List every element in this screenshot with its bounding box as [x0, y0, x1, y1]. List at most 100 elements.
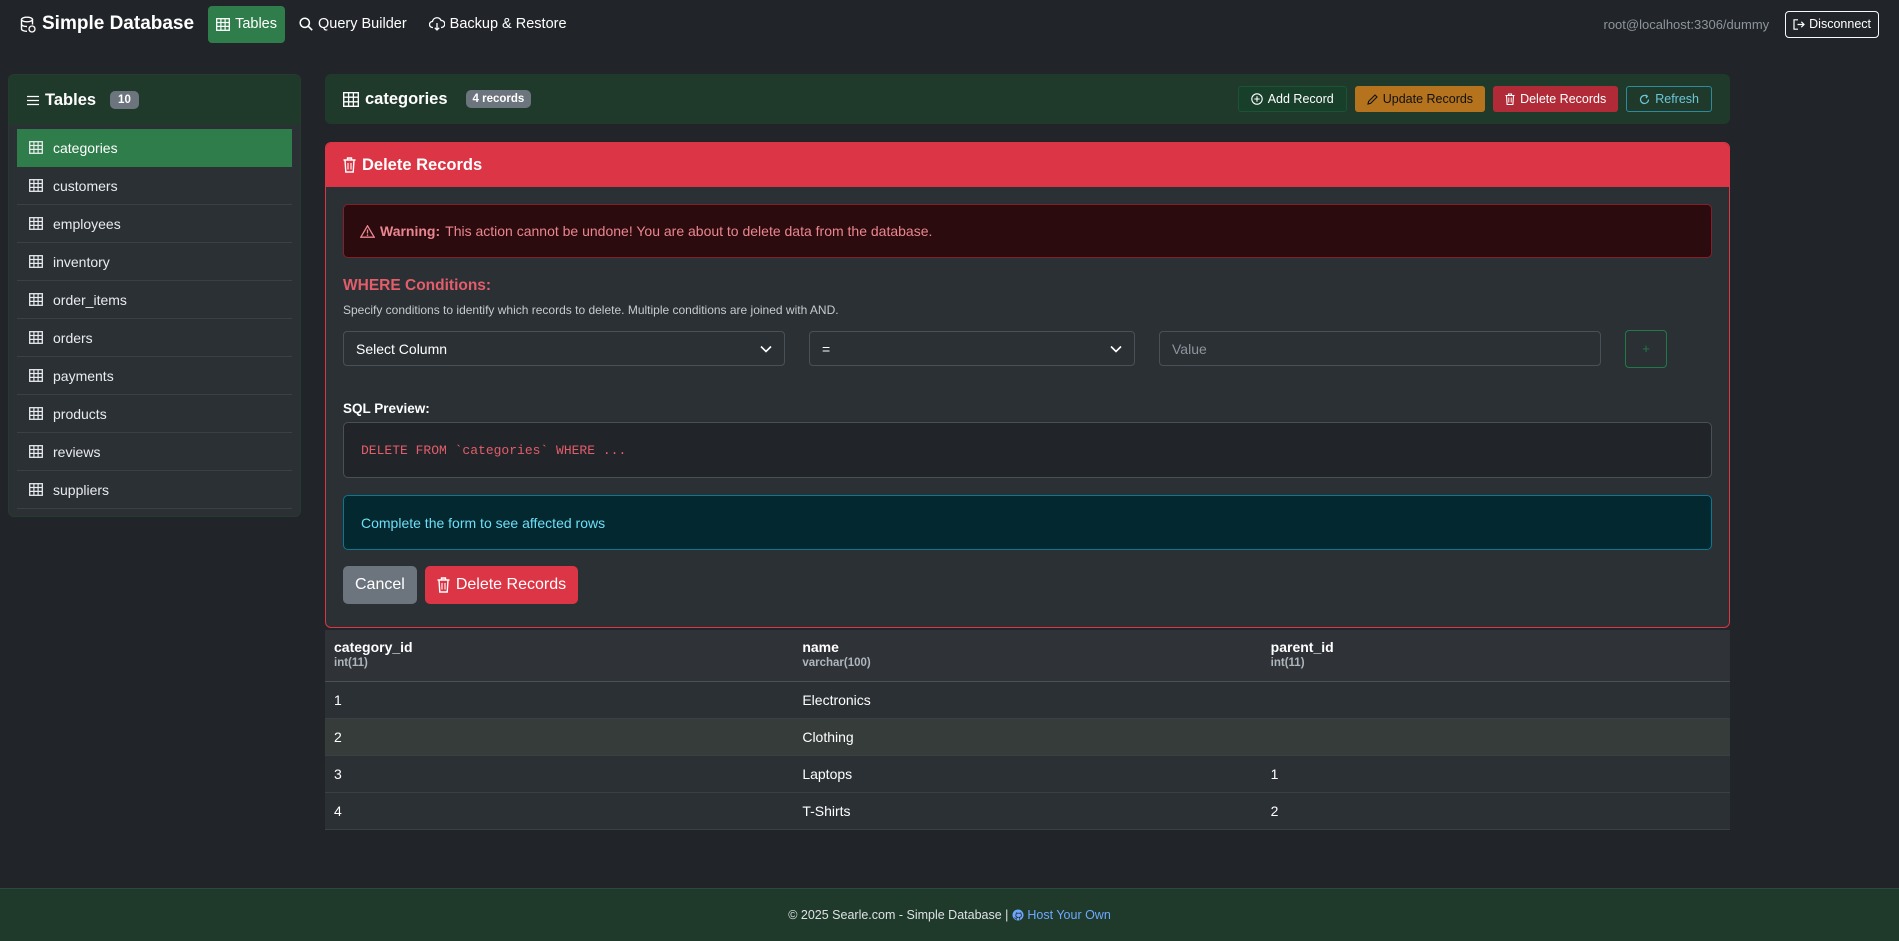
sidebar-title: Tables — [45, 90, 97, 109]
add-record-button[interactable]: Add Record — [1237, 86, 1347, 112]
warning-label: Warning: — [380, 223, 441, 239]
trash-icon — [437, 577, 450, 593]
brand[interactable]: Simple Database — [20, 13, 194, 35]
column-type: int(11) — [1270, 657, 1305, 669]
list-icon — [27, 95, 39, 106]
cancel-label: Cancel — [355, 576, 405, 593]
table-row[interactable]: 2 Clothing — [325, 719, 1730, 756]
sidebar-item-reviews[interactable]: reviews — [17, 433, 292, 471]
sidebar-item-employees[interactable]: employees — [17, 205, 292, 243]
delete-records-label: Delete Records — [1520, 92, 1607, 106]
table-icon — [29, 483, 43, 496]
refresh-icon — [1639, 93, 1650, 105]
table-icon — [29, 179, 43, 192]
warning-alert: Warning: This action cannot be undone! Y… — [343, 204, 1712, 258]
nav-query-builder[interactable]: Query Builder — [291, 6, 415, 43]
table-row[interactable]: 4 T-Shirts 2 — [325, 793, 1730, 830]
column-header[interactable]: name varchar(100) — [793, 630, 1261, 681]
add-condition-button[interactable]: + — [1625, 329, 1667, 368]
footer-copyright: © 2025 Searle.com - Simple Database | — [788, 908, 1009, 922]
sidebar-item-inventory[interactable]: inventory — [17, 243, 292, 281]
top-navbar: Simple Database Tables Query Builder Bac… — [0, 0, 1899, 48]
github-icon — [1012, 909, 1024, 921]
table-icon — [29, 255, 43, 268]
update-records-label: Update Records — [1382, 92, 1474, 106]
tables-list: categories customers employees inventory ord… — [9, 125, 300, 509]
affected-rows-info: Complete the form to see affected rows — [343, 495, 1712, 550]
table-cell: T-Shirts — [802, 803, 851, 819]
cancel-button[interactable]: Cancel — [343, 566, 417, 604]
table-icon — [29, 407, 43, 420]
sidebar-item-order-items[interactable]: order_items — [17, 281, 292, 319]
table-actions: Add Record Update Records Delete Records… — [1237, 86, 1712, 112]
tables-count-badge: 10 — [110, 91, 139, 109]
condition-row: Select Column = Value + — [343, 329, 1712, 368]
nav-query-builder-label: Query Builder — [318, 16, 407, 32]
nav-tables[interactable]: Tables — [208, 5, 285, 43]
sidebar-item-products[interactable]: products — [17, 395, 292, 433]
sidebar-item-label: inventory — [53, 253, 110, 270]
nav-backup-restore-label: Backup & Restore — [449, 16, 567, 32]
table-cell: 1 — [334, 692, 342, 708]
delete-form-buttons: Cancel Delete Records — [343, 566, 1712, 604]
value-input[interactable]: Value — [1159, 331, 1601, 366]
column-select[interactable]: Select Column — [343, 331, 785, 366]
tables-sidebar: Tables 10 categories customers employees in… — [8, 74, 301, 517]
chevron-down-icon — [1110, 345, 1122, 353]
host-your-own-link[interactable]: Host Your Own — [1012, 908, 1111, 922]
table-icon — [29, 141, 43, 154]
operator-select[interactable]: = — [809, 331, 1135, 366]
column-name: parent_id — [1270, 639, 1334, 655]
column-name: name — [802, 639, 839, 655]
sidebar-header: Tables 10 — [9, 75, 300, 125]
table-header: categories 4 records Add Record Update R… — [325, 74, 1730, 124]
where-conditions-title: WHERE Conditions: — [343, 277, 492, 294]
add-condition-label: + — [1642, 341, 1650, 356]
table-icon — [29, 217, 43, 230]
delete-panel-title: Delete Records — [362, 155, 483, 174]
sql-preview-text: DELETE FROM `categories` WHERE ... — [361, 442, 627, 458]
confirm-delete-button[interactable]: Delete Records — [424, 566, 579, 604]
sidebar-item-categories[interactable]: categories — [17, 129, 292, 167]
column-header[interactable]: category_id int(11) — [325, 630, 793, 681]
sidebar-item-payments[interactable]: payments — [17, 357, 292, 395]
table-cell: 3 — [334, 766, 342, 782]
brand-name: Simple Database — [42, 13, 195, 34]
sidebar-item-label: orders — [53, 329, 93, 346]
table-icon — [29, 445, 43, 458]
table-title: categories 4 records — [343, 90, 532, 109]
disconnect-button[interactable]: Disconnect — [1785, 10, 1879, 38]
column-name: category_id — [334, 639, 413, 655]
refresh-label: Refresh — [1655, 92, 1699, 106]
records-table: category_id int(11) name varchar(100) pa… — [325, 630, 1730, 830]
sidebar-item-label: suppliers — [53, 481, 110, 498]
delete-panel-header: Delete Records — [326, 143, 1729, 187]
nav-backup-restore[interactable]: Backup & Restore — [421, 6, 575, 43]
sql-preview: DELETE FROM `categories` WHERE ... — [343, 422, 1712, 478]
update-records-button[interactable]: Update Records — [1354, 86, 1486, 112]
footer: © 2025 Searle.com - Simple Database | Ho… — [0, 888, 1899, 941]
sidebar-item-orders[interactable]: orders — [17, 319, 292, 357]
column-header[interactable]: parent_id int(11) — [1262, 630, 1730, 681]
delete-records-button[interactable]: Delete Records — [1493, 86, 1619, 112]
sidebar-item-label: payments — [53, 367, 114, 384]
sidebar-item-suppliers[interactable]: suppliers — [17, 471, 292, 509]
sql-preview-label: SQL Preview: — [343, 401, 430, 416]
trash-icon — [343, 157, 356, 173]
where-conditions-help: Specify conditions to identify which rec… — [343, 303, 839, 317]
nav-right: root@localhost:3306/dummy Disconnect — [1603, 10, 1879, 38]
plus-circle-icon — [1250, 93, 1263, 105]
refresh-button[interactable]: Refresh — [1626, 86, 1712, 112]
delete-panel-body: Warning: This action cannot be undone! Y… — [326, 187, 1729, 621]
column-type: varchar(100) — [802, 657, 871, 669]
add-record-label: Add Record — [1267, 92, 1334, 106]
table-row[interactable]: 1 Electronics — [325, 682, 1730, 719]
connection-info: root@localhost:3306/dummy — [1603, 16, 1770, 32]
sidebar-item-label: customers — [53, 177, 118, 194]
trash-icon — [1505, 93, 1515, 105]
value-input-placeholder: Value — [1172, 340, 1207, 357]
chevron-down-icon — [760, 345, 772, 353]
sidebar-item-customers[interactable]: customers — [17, 167, 292, 205]
table-cell: 4 — [334, 803, 342, 819]
table-row[interactable]: 3 Laptops 1 — [325, 756, 1730, 793]
